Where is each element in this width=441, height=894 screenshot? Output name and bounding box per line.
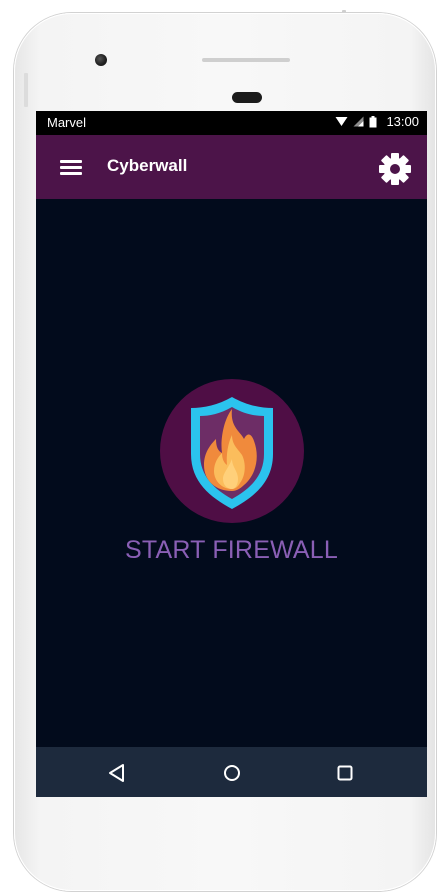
wifi-icon [335, 117, 348, 126]
signal-icon [353, 116, 364, 127]
status-bar: Marvel 13:00 [36, 111, 427, 135]
device-mockup: Marvel 13:00 Cyberwall START FIREWALL [0, 0, 441, 894]
status-time: 13:00 [386, 114, 419, 129]
front-camera [95, 54, 107, 66]
menu-icon-line [60, 166, 82, 169]
app-title: Cyberwall [107, 156, 188, 175]
status-icons: 13:00 [335, 114, 419, 129]
carrier-name: Marvel [47, 115, 87, 130]
settings-icon[interactable] [378, 152, 412, 186]
start-firewall-label: START FIREWALL [124, 536, 339, 564]
screen: Marvel 13:00 Cyberwall START FIREWALL [36, 111, 427, 797]
menu-icon-line [60, 160, 82, 163]
firewall-shield-icon [160, 379, 304, 523]
start-firewall-button[interactable]: START FIREWALL [36, 379, 427, 579]
recents-icon[interactable] [331, 759, 359, 787]
proximity-sensor [232, 92, 262, 103]
home-icon[interactable] [218, 759, 246, 787]
navigation-bar [36, 747, 427, 797]
menu-icon[interactable] [60, 159, 84, 177]
battery-icon [369, 115, 377, 127]
app-bar: Cyberwall [36, 135, 427, 199]
volume-button [24, 73, 28, 107]
menu-icon-line [60, 172, 82, 175]
back-icon[interactable] [102, 759, 130, 787]
speaker-grille [202, 58, 290, 62]
